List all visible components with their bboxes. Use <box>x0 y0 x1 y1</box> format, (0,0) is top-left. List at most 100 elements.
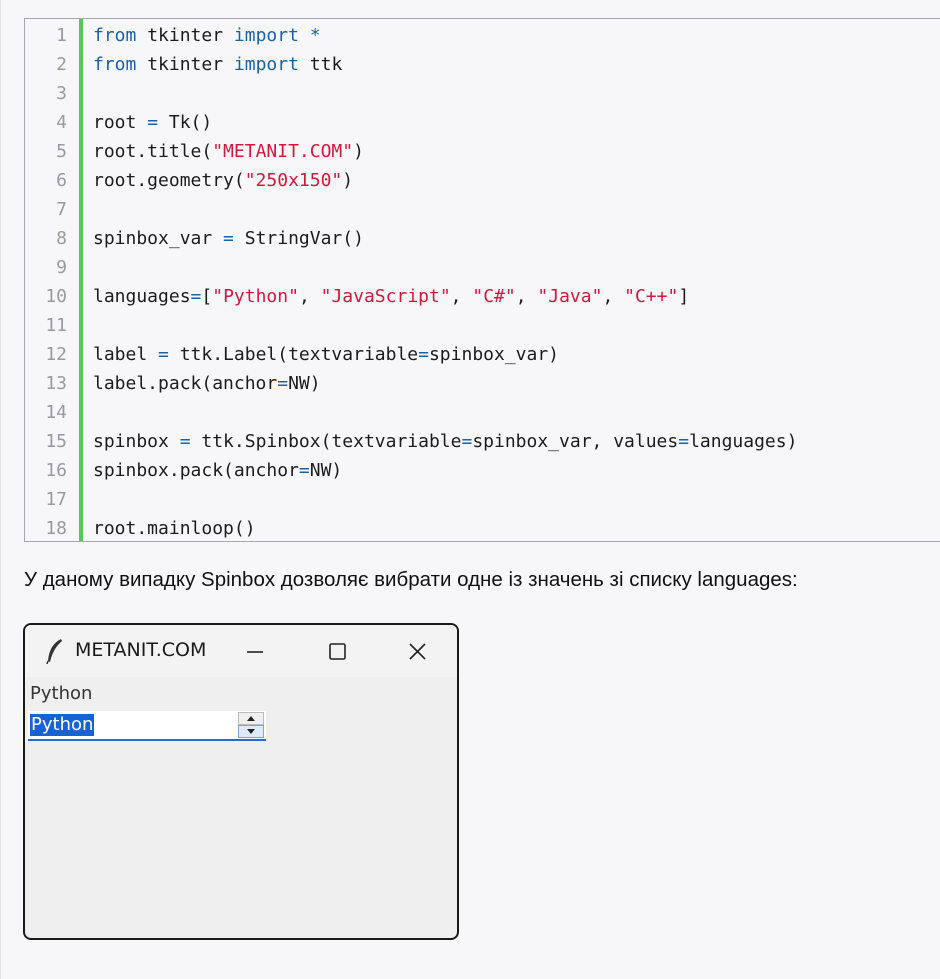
close-button[interactable] <box>397 635 437 667</box>
code-token: ) <box>353 141 364 162</box>
code-text: root.geometry("250x150") <box>93 166 353 195</box>
code-token: NW) <box>288 373 321 394</box>
maximize-button[interactable] <box>317 635 357 667</box>
code-token: ) <box>342 170 354 191</box>
code-token: = <box>277 373 289 394</box>
code-line: 2 from tkinter import ttk <box>25 50 940 79</box>
code-token: = <box>223 228 234 249</box>
code-text: languages=["Python", "JavaScript", "C#",… <box>93 282 689 311</box>
code-line: 5 root.title("METANIT.COM") <box>25 137 940 166</box>
code-token: root.mainloop() <box>93 518 256 539</box>
code-line: 9 <box>25 253 940 282</box>
code-token: "C++" <box>624 286 679 307</box>
code-token: = <box>190 286 202 307</box>
code-token: ttk.Spinbox(textvariable <box>190 431 462 452</box>
code-block: 1 from tkinter import * 2 from tkinter impo… <box>24 18 940 542</box>
code-token: = <box>418 344 429 365</box>
code-token: tkinter <box>136 25 234 46</box>
code-token: "Java" <box>537 286 603 307</box>
code-text: spinbox = ttk.Spinbox(textvariable=spinb… <box>93 427 797 456</box>
code-text: label.pack(anchor=NW) <box>93 369 321 398</box>
code-token: = <box>158 344 169 365</box>
code-token: from <box>93 54 137 75</box>
code-token: , <box>450 286 473 307</box>
code-token: spinbox.pack(anchor <box>93 460 299 481</box>
code-token: = <box>298 460 310 481</box>
code-token: ttk <box>298 54 343 75</box>
page: 1 from tkinter import * 2 from tkinter impo… <box>0 0 940 979</box>
code-line: 12 label = ttk.Label(textvariable=spinbox… <box>25 340 940 369</box>
code-line: 11 <box>25 311 940 340</box>
line-number: 6 <box>56 170 67 191</box>
code-token: [ <box>201 286 213 307</box>
code-token: = <box>179 431 191 452</box>
code-line: 1 from tkinter import * <box>25 21 940 50</box>
line-number: 15 <box>45 431 67 452</box>
code-text: root.mainloop() <box>93 514 256 541</box>
code-line: 3 <box>25 79 940 108</box>
line-number: 10 <box>45 286 67 307</box>
code-token: import <box>233 25 299 46</box>
code-text: spinbox.pack(anchor=NW) <box>93 456 342 485</box>
code-line: 6 root.geometry("250x150") <box>25 166 940 195</box>
code-text: spinbox_var = StringVar() <box>93 224 364 253</box>
code-line: 8 spinbox_var = StringVar() <box>25 224 940 253</box>
code-token: NW) <box>309 460 343 481</box>
code-line: 10 languages=["Python", "JavaScript", "C#… <box>25 282 940 311</box>
code-line: 4 root = Tk() <box>25 108 940 137</box>
code-line: 17 <box>25 485 940 514</box>
line-number: 4 <box>56 112 67 133</box>
line-number: 5 <box>56 141 67 162</box>
code-text: from tkinter import ttk <box>93 50 342 79</box>
code-token: spinbox_var) <box>428 344 560 365</box>
line-number: 14 <box>45 402 67 423</box>
code-token: , <box>298 286 321 307</box>
code-line: 13 label.pack(anchor=NW) <box>25 369 940 398</box>
spinbox-selected-text[interactable]: Python <box>30 714 95 736</box>
line-number: 7 <box>56 199 67 220</box>
code-token: "JavaScript" <box>320 286 451 307</box>
code-token: ] <box>678 286 690 307</box>
code-token: * <box>309 25 321 46</box>
code-line: 14 <box>25 398 940 427</box>
code-token: root.title( <box>93 141 213 162</box>
code-text: label = ttk.Label(textvariable=spinbox_v… <box>93 340 559 369</box>
code-text: root.title("METANIT.COM") <box>93 137 364 166</box>
languages-spinbox[interactable]: Python <box>28 711 266 741</box>
code-token: , <box>602 286 625 307</box>
code-token: , <box>515 286 538 307</box>
line-number: 8 <box>56 228 67 249</box>
line-number: 16 <box>45 460 67 481</box>
line-number: 13 <box>45 373 67 394</box>
minimize-button[interactable] <box>235 635 275 667</box>
code-token: spinbox_var <box>93 228 224 249</box>
code-token: from <box>93 25 137 46</box>
tk-window-body: METANIT.COM Python Python <box>25 625 457 938</box>
line-number: 18 <box>45 518 67 539</box>
code-text: root = Tk() <box>93 108 212 137</box>
tk-window-screenshot: METANIT.COM Python Python <box>23 623 459 940</box>
window-title: METANIT.COM <box>75 639 207 661</box>
code-token: StringVar() <box>233 228 364 249</box>
code-token: spinbox <box>93 431 180 452</box>
description-paragraph: У даному випадку Spinbox дозволяє вибрат… <box>24 568 798 591</box>
spinbox-arrows-icon[interactable] <box>238 712 264 738</box>
code-line: 7 <box>25 195 940 224</box>
code-line: 15 spinbox = ttk.Spinbox(textvariable=spi… <box>25 427 940 456</box>
code-line: 18 root.mainloop() <box>25 514 940 541</box>
code-token: ttk.Label(textvariable <box>168 344 419 365</box>
code-token: root <box>93 112 148 133</box>
code-token: languages <box>93 286 191 307</box>
code-token: "Python" <box>212 286 299 307</box>
code-token: = <box>461 431 473 452</box>
code-token: = <box>147 112 159 133</box>
code-token: "METANIT.COM" <box>212 141 354 162</box>
code-line: 16 spinbox.pack(anchor=NW) <box>25 456 940 485</box>
code-token: root.geometry( <box>93 170 245 191</box>
line-number: 17 <box>45 489 67 510</box>
page-left-border <box>0 0 1 979</box>
code-token: = <box>678 431 690 452</box>
code-token: label.pack(anchor <box>93 373 278 394</box>
line-number: 2 <box>56 54 67 75</box>
